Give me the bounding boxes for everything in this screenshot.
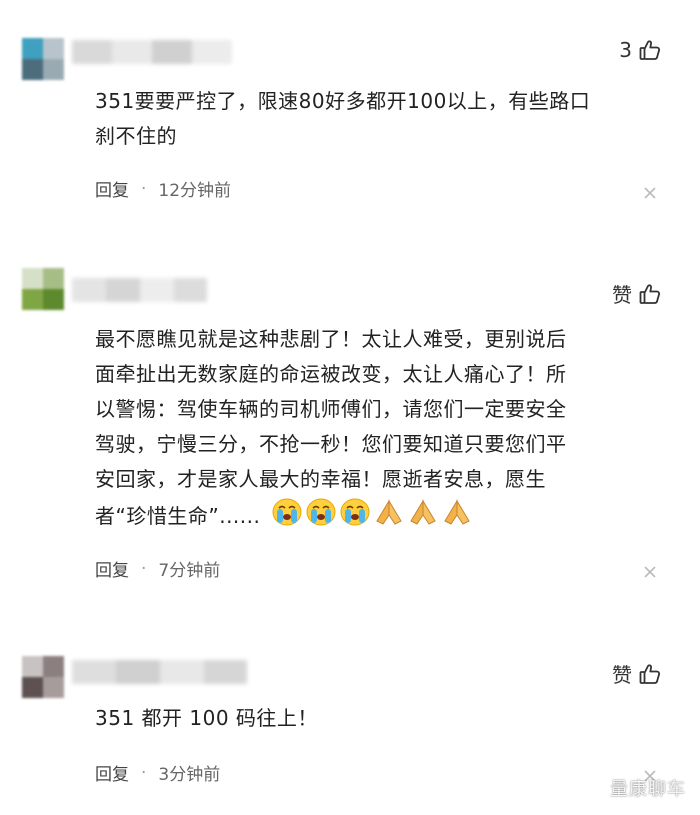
comment-time: 3分钟前 [158, 765, 221, 785]
comment-item: 赞 351 都开 100 码往上！ 回复 · 3分钟前 [0, 0, 700, 815]
like-label: 赞 [612, 663, 632, 687]
username-blurred[interactable] [72, 660, 247, 684]
watermark: 量康聊车 [610, 779, 686, 800]
like-button[interactable]: 赞 [612, 659, 662, 688]
comment-line: 351 都开 100 码往上！ [95, 706, 318, 730]
comment-text: 351 都开 100 码往上！ [95, 701, 655, 736]
avatar[interactable] [22, 656, 64, 698]
separator-dot: · [141, 762, 147, 783]
reply-button[interactable]: 回复 [95, 760, 129, 785]
thumbs-up-icon [638, 662, 662, 686]
comment-meta: 回复 · 3分钟前 [95, 760, 221, 786]
